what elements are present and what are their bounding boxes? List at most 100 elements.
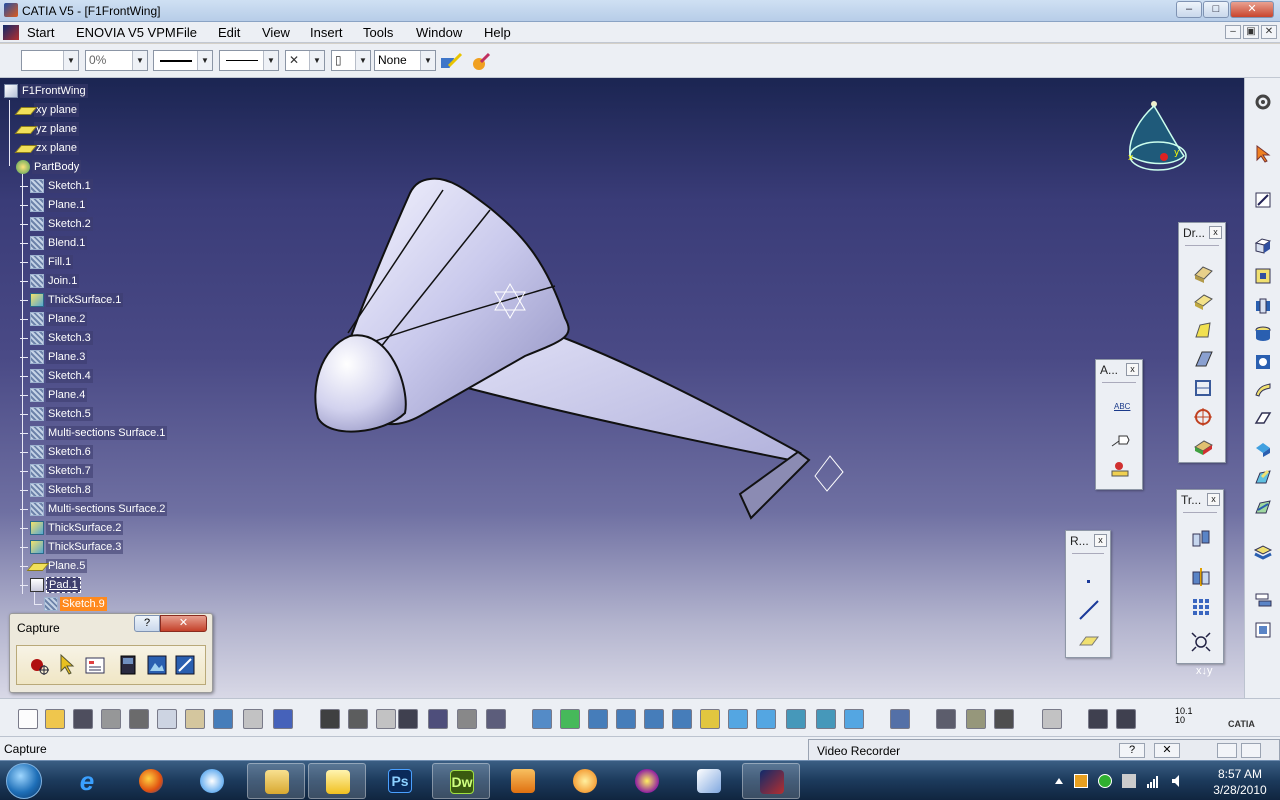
line-type-combo[interactable]: ▼ bbox=[219, 50, 279, 71]
save-image-icon[interactable] bbox=[117, 653, 141, 677]
formula-icon[interactable] bbox=[320, 709, 340, 729]
doc-restore-button[interactable]: ▣ bbox=[1243, 25, 1259, 39]
doc-close-button[interactable]: ✕ bbox=[1261, 25, 1277, 39]
menu-view[interactable]: View bbox=[262, 25, 290, 40]
record-icon[interactable] bbox=[27, 653, 51, 677]
tree-item[interactable]: Plane.2 bbox=[30, 310, 88, 328]
clock-date[interactable]: 3/28/2010 bbox=[1202, 783, 1278, 797]
video-recorder-minimize-button[interactable] bbox=[1217, 743, 1237, 758]
taskbar-safari[interactable] bbox=[183, 763, 241, 799]
start-button[interactable] bbox=[6, 763, 42, 799]
knowledge-disabled-icon[interactable] bbox=[376, 709, 396, 729]
fillet-icon[interactable] bbox=[1192, 261, 1214, 283]
thick-surface-icon[interactable] bbox=[1253, 590, 1273, 610]
menu-edit[interactable]: Edit bbox=[218, 25, 240, 40]
compass-widget[interactable]: x y bbox=[1118, 100, 1190, 180]
groove-icon[interactable] bbox=[1253, 324, 1273, 344]
update-icon[interactable] bbox=[1042, 709, 1062, 729]
tree-item[interactable]: Plane.1 bbox=[30, 196, 88, 214]
menu-enovia[interactable]: ENOVIA V5 VPM bbox=[76, 25, 176, 40]
rectangular-pattern-icon[interactable] bbox=[1190, 596, 1212, 618]
select-mode-icon[interactable] bbox=[55, 653, 79, 677]
sketcher-icon[interactable] bbox=[1253, 190, 1273, 210]
tree-item[interactable]: Blend.1 bbox=[30, 234, 88, 252]
hide-show-icon[interactable] bbox=[786, 709, 806, 729]
taskbar-media-player[interactable] bbox=[494, 763, 552, 799]
slot-icon[interactable] bbox=[1253, 408, 1273, 428]
fly-mode-icon[interactable] bbox=[532, 709, 552, 729]
tree-item[interactable]: Plane.4 bbox=[30, 386, 88, 404]
restore-button[interactable]: □ bbox=[1203, 1, 1229, 18]
undo-icon[interactable] bbox=[213, 709, 233, 729]
graphic-properties-icon[interactable] bbox=[469, 52, 491, 72]
thickness-icon[interactable] bbox=[1192, 377, 1214, 399]
line-icon[interactable] bbox=[1078, 599, 1100, 621]
tree-item[interactable]: ThickSurface.1 bbox=[30, 291, 124, 309]
split-icon[interactable] bbox=[1253, 542, 1273, 562]
tree-item[interactable]: Sketch.3 bbox=[30, 329, 93, 347]
translation-icon[interactable] bbox=[1190, 528, 1212, 550]
taskbar-messenger[interactable] bbox=[556, 763, 614, 799]
multi-view-icon[interactable] bbox=[728, 709, 748, 729]
draft-angle-icon[interactable] bbox=[1192, 319, 1214, 341]
help-button[interactable]: ? bbox=[134, 615, 160, 632]
taskbar-yahoo[interactable] bbox=[618, 763, 676, 799]
cut-icon[interactable] bbox=[129, 709, 149, 729]
close-button[interactable]: ✕ bbox=[160, 615, 207, 632]
print-icon[interactable] bbox=[173, 653, 197, 677]
close-button[interactable]: ✕ bbox=[1230, 1, 1274, 18]
tray-device-icon[interactable] bbox=[1122, 774, 1136, 788]
tray-status-icon[interactable] bbox=[1098, 774, 1112, 788]
painter-icon[interactable] bbox=[441, 52, 463, 72]
hole-icon[interactable] bbox=[1253, 352, 1273, 372]
open-icon[interactable] bbox=[45, 709, 65, 729]
line-thickness-combo[interactable]: ▼ bbox=[153, 50, 213, 71]
taskbar-catia[interactable] bbox=[742, 763, 800, 799]
copy-icon[interactable] bbox=[157, 709, 177, 729]
shaft-icon[interactable] bbox=[1253, 296, 1273, 316]
print-icon[interactable] bbox=[101, 709, 121, 729]
plane-icon[interactable] bbox=[1078, 629, 1100, 651]
tree-item[interactable]: Sketch.6 bbox=[30, 443, 93, 461]
chamfer-icon[interactable] bbox=[1192, 290, 1214, 312]
isometric-view-icon[interactable] bbox=[756, 709, 776, 729]
knowledge-icon[interactable] bbox=[348, 709, 368, 729]
show-hidden-icons-icon[interactable] bbox=[1052, 774, 1066, 788]
transparency-combo[interactable]: 0% ▼ bbox=[85, 50, 148, 71]
menu-tools[interactable]: Tools bbox=[363, 25, 393, 40]
close-icon[interactable]: x bbox=[1207, 493, 1220, 506]
gear-icon[interactable] bbox=[1253, 92, 1273, 112]
tree-item[interactable]: Sketch.8 bbox=[30, 481, 93, 499]
point-icon[interactable] bbox=[1078, 571, 1100, 593]
parameters-icon[interactable] bbox=[486, 709, 506, 729]
tree-item[interactable]: Fill.1 bbox=[30, 253, 74, 271]
capture-options-icon[interactable] bbox=[83, 653, 107, 677]
save-icon[interactable] bbox=[73, 709, 93, 729]
measure-item-icon[interactable] bbox=[936, 709, 956, 729]
tree-item[interactable]: Sketch.9 bbox=[44, 595, 107, 613]
measure-icon[interactable] bbox=[890, 709, 910, 729]
taskbar-dreamweaver[interactable]: Dw bbox=[432, 763, 490, 799]
endplate[interactable] bbox=[738, 450, 811, 520]
tree-item[interactable]: Multi-sections Surface.2 bbox=[30, 500, 168, 518]
layer-combo[interactable]: None ▼ bbox=[374, 50, 436, 71]
multi-sections-solid-icon[interactable] bbox=[1253, 468, 1273, 488]
video-recorder-close-button[interactable]: ✕ bbox=[1154, 743, 1180, 758]
redo-icon[interactable] bbox=[243, 709, 263, 729]
thread-icon[interactable] bbox=[1192, 406, 1214, 428]
taskbar-photoshop[interactable]: Ps bbox=[371, 763, 429, 799]
tree-item[interactable]: Plane.5 bbox=[30, 557, 88, 575]
zoom-out-icon[interactable] bbox=[672, 709, 692, 729]
tree-item[interactable]: Plane.3 bbox=[30, 348, 88, 366]
pocket-icon[interactable] bbox=[1253, 266, 1273, 286]
close-surface-icon[interactable] bbox=[1253, 620, 1273, 640]
tree-item[interactable]: Join.1 bbox=[30, 272, 80, 290]
point-symbol-combo[interactable]: ✕ ▼ bbox=[285, 50, 325, 71]
remove-multi-sections-icon[interactable] bbox=[1253, 498, 1273, 518]
remove-face-icon[interactable] bbox=[1192, 435, 1214, 457]
pad-icon[interactable] bbox=[1253, 236, 1273, 256]
measure-inertia-icon[interactable] bbox=[966, 709, 986, 729]
network-icon[interactable] bbox=[1146, 774, 1160, 788]
close-icon[interactable]: x bbox=[1094, 534, 1107, 547]
taskbar-explorer[interactable] bbox=[247, 763, 305, 799]
